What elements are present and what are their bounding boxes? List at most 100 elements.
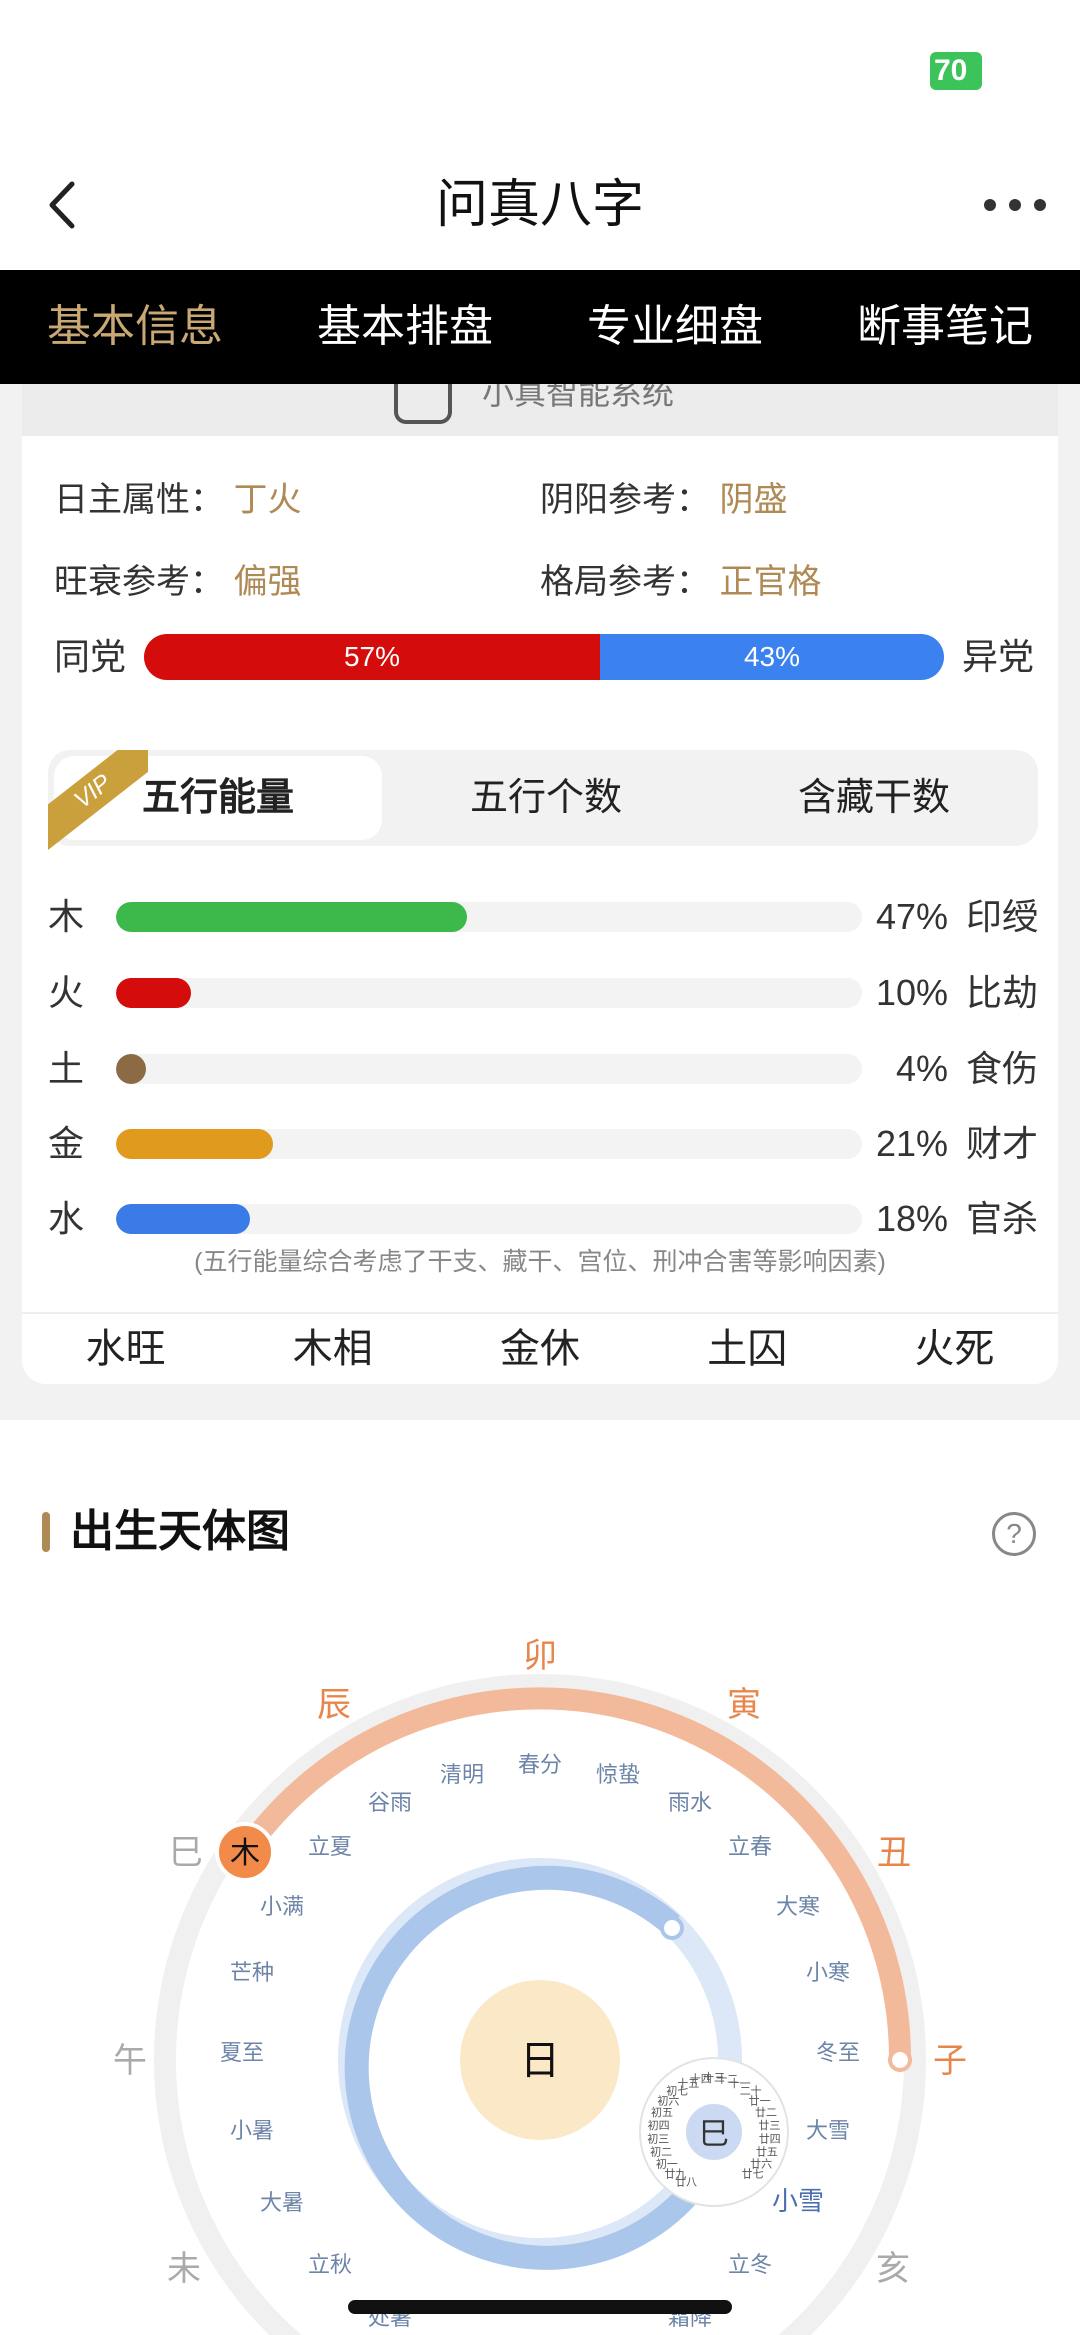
strength-row: 旺衰参考： 偏强	[54, 554, 301, 603]
arc-end-marker	[888, 2048, 912, 2072]
system-name: 小真智能系统	[482, 384, 675, 411]
lunar-day-label: 初四	[648, 2118, 670, 2132]
element-row: 水 18% 官杀	[48, 1194, 1038, 1244]
solar-term-label: 雨水	[668, 1790, 712, 1815]
element-percent: 18%	[875, 1198, 948, 1239]
earthly-branch-label: 丑	[877, 1834, 911, 1872]
vip-badge: VIP	[48, 750, 148, 850]
solar-term-label: 冬至	[816, 2040, 860, 2065]
element-bar-fill	[116, 902, 467, 932]
element-name: 金	[48, 1123, 85, 1164]
element-bar-track	[116, 1054, 862, 1084]
solar-term-label: 春分	[518, 1752, 562, 1777]
earthly-branch-label: 巳	[169, 1834, 203, 1872]
lunar-day-label: 廿二	[755, 2106, 777, 2119]
same-party-label: 同党	[54, 636, 127, 677]
element-ten-god: 比劫	[965, 972, 1038, 1013]
earthly-branch-label: 寅	[727, 1686, 761, 1724]
element-row: 金 21% 财才	[48, 1119, 1038, 1169]
season-state: 水旺	[85, 1327, 166, 1371]
lunar-day-label: 初一	[656, 2156, 678, 2170]
status-bar: 70	[0, 0, 1080, 140]
planet-label: 木	[230, 1837, 260, 1870]
earthly-branch-label: 亥	[876, 2250, 910, 2288]
seg-hidden-stems[interactable]: 含藏干数	[710, 756, 1038, 840]
solar-term-label: 清明	[440, 1762, 484, 1787]
yinyang-label: 阴阳参考：	[540, 481, 710, 519]
tab-basic-chart[interactable]: 基本排盘	[270, 270, 540, 384]
page-title: 问真八字	[435, 176, 644, 234]
solar-term-label: 立夏	[308, 1834, 352, 1859]
sun-label: 日	[520, 2039, 560, 2083]
element-row: 木 47% 印绶	[48, 892, 1038, 942]
home-indicator[interactable]	[348, 2300, 732, 2314]
solar-term-label: 大雪	[806, 2118, 850, 2143]
solar-term-label: 夏至	[220, 2040, 264, 2065]
solar-term-label: 小满	[260, 1894, 304, 1919]
navigation-bar: 问真八字	[0, 140, 1080, 270]
party-balance: 同党 57% 43% 异党	[54, 632, 1034, 682]
day-master-label: 日主属性：	[54, 481, 224, 519]
solar-term-label: 小暑	[230, 2118, 274, 2143]
pattern-value: 正官格	[719, 563, 822, 601]
lunar-day-label: 廿七	[742, 2168, 764, 2181]
diff-party-segment: 43%	[600, 634, 944, 680]
section-title: 出生天体图	[70, 1507, 290, 1556]
solar-term-label: 立冬	[728, 2252, 772, 2277]
tab-notes[interactable]: 断事笔记	[810, 270, 1080, 384]
earthly-branch-label: 卯	[523, 1637, 557, 1675]
tab-basic-info[interactable]: 基本信息	[0, 270, 270, 384]
moon-label: 巳	[699, 2118, 729, 2151]
element-percent: 10%	[875, 972, 948, 1013]
element-ten-god: 财才	[965, 1123, 1038, 1164]
pattern-row: 格局参考： 正官格	[540, 554, 821, 603]
solar-term-label: 芒种	[230, 1960, 274, 1985]
basic-info-card: 小真智能系统 日主属性： 丁火 阴阳参考： 阴盛 旺衰参考： 偏强 格局参考： …	[22, 384, 1058, 1384]
solar-term-label: 小寒	[806, 1960, 850, 1985]
season-state: 土囚	[707, 1327, 788, 1371]
same-party-segment: 57%	[144, 634, 600, 680]
element-bar-fill	[116, 1204, 251, 1234]
element-row: 火 10% 比劫	[48, 968, 1038, 1018]
lunar-day-label: 廿五	[756, 2145, 778, 2158]
element-bar-track	[116, 902, 862, 932]
day-master-value: 丁火	[233, 481, 302, 519]
solar-term-label: 谷雨	[368, 1790, 412, 1815]
element-view-switch: 五行能量 五行个数 含藏干数	[48, 750, 1038, 846]
robot-icon	[394, 384, 452, 424]
more-icon[interactable]	[980, 180, 1050, 230]
help-icon[interactable]: ?	[992, 1512, 1036, 1556]
strength-value: 偏强	[233, 563, 302, 601]
earthly-branch-label: 辰	[317, 1686, 351, 1724]
seg-element-count[interactable]: 五行个数	[382, 756, 710, 840]
tab-pro-chart[interactable]: 专业细盘	[540, 270, 810, 384]
sky-chart-card: 日 廿八 廿九 初一 初二 初三 初四 初五 初六 初七 十五 十四 十三 十二 十一 二十 廿一 廿二 廿三 廿四…	[0, 1420, 1080, 2335]
element-bar-track	[116, 978, 862, 1008]
solar-term-label: 惊蛰	[596, 1762, 640, 1787]
lunar-day-label: 初三	[647, 2131, 669, 2145]
solar-term-label: 大寒	[776, 1894, 820, 1919]
season-state: 木相	[292, 1327, 373, 1371]
yinyang-row: 阴阳参考： 阴盛	[540, 472, 787, 521]
season-state: 火死	[914, 1327, 995, 1371]
earthly-branch-label: 子	[933, 2042, 967, 2080]
element-name: 水	[48, 1198, 85, 1239]
lunar-day-label: 初二	[650, 2144, 672, 2158]
element-percent: 47%	[875, 896, 948, 937]
element-ten-god: 食伤	[965, 1048, 1038, 1089]
energy-note: (五行能量综合考虑了干支、藏干、宫位、刑冲合害等影响因素)	[194, 1248, 886, 1276]
solar-term-label: 小雪	[772, 2186, 824, 2216]
element-name: 木	[48, 896, 85, 937]
element-bar-track	[116, 1129, 862, 1159]
ring-marker	[660, 1916, 684, 1940]
battery-indicator: 70	[930, 52, 982, 90]
earthly-branch-label: 未	[167, 2250, 201, 2288]
element-row: 土 4% 食伤	[48, 1044, 1038, 1094]
element-ten-god: 印绶	[965, 896, 1038, 937]
day-master-row: 日主属性： 丁火	[54, 472, 301, 521]
vip-label: VIP	[48, 750, 148, 850]
season-states: 水旺 木相 金休 土囚 火死	[22, 1312, 1058, 1384]
element-ten-god: 官杀	[965, 1198, 1038, 1239]
solar-term-label: 立春	[728, 1834, 772, 1859]
yinyang-value: 阴盛	[719, 481, 788, 519]
